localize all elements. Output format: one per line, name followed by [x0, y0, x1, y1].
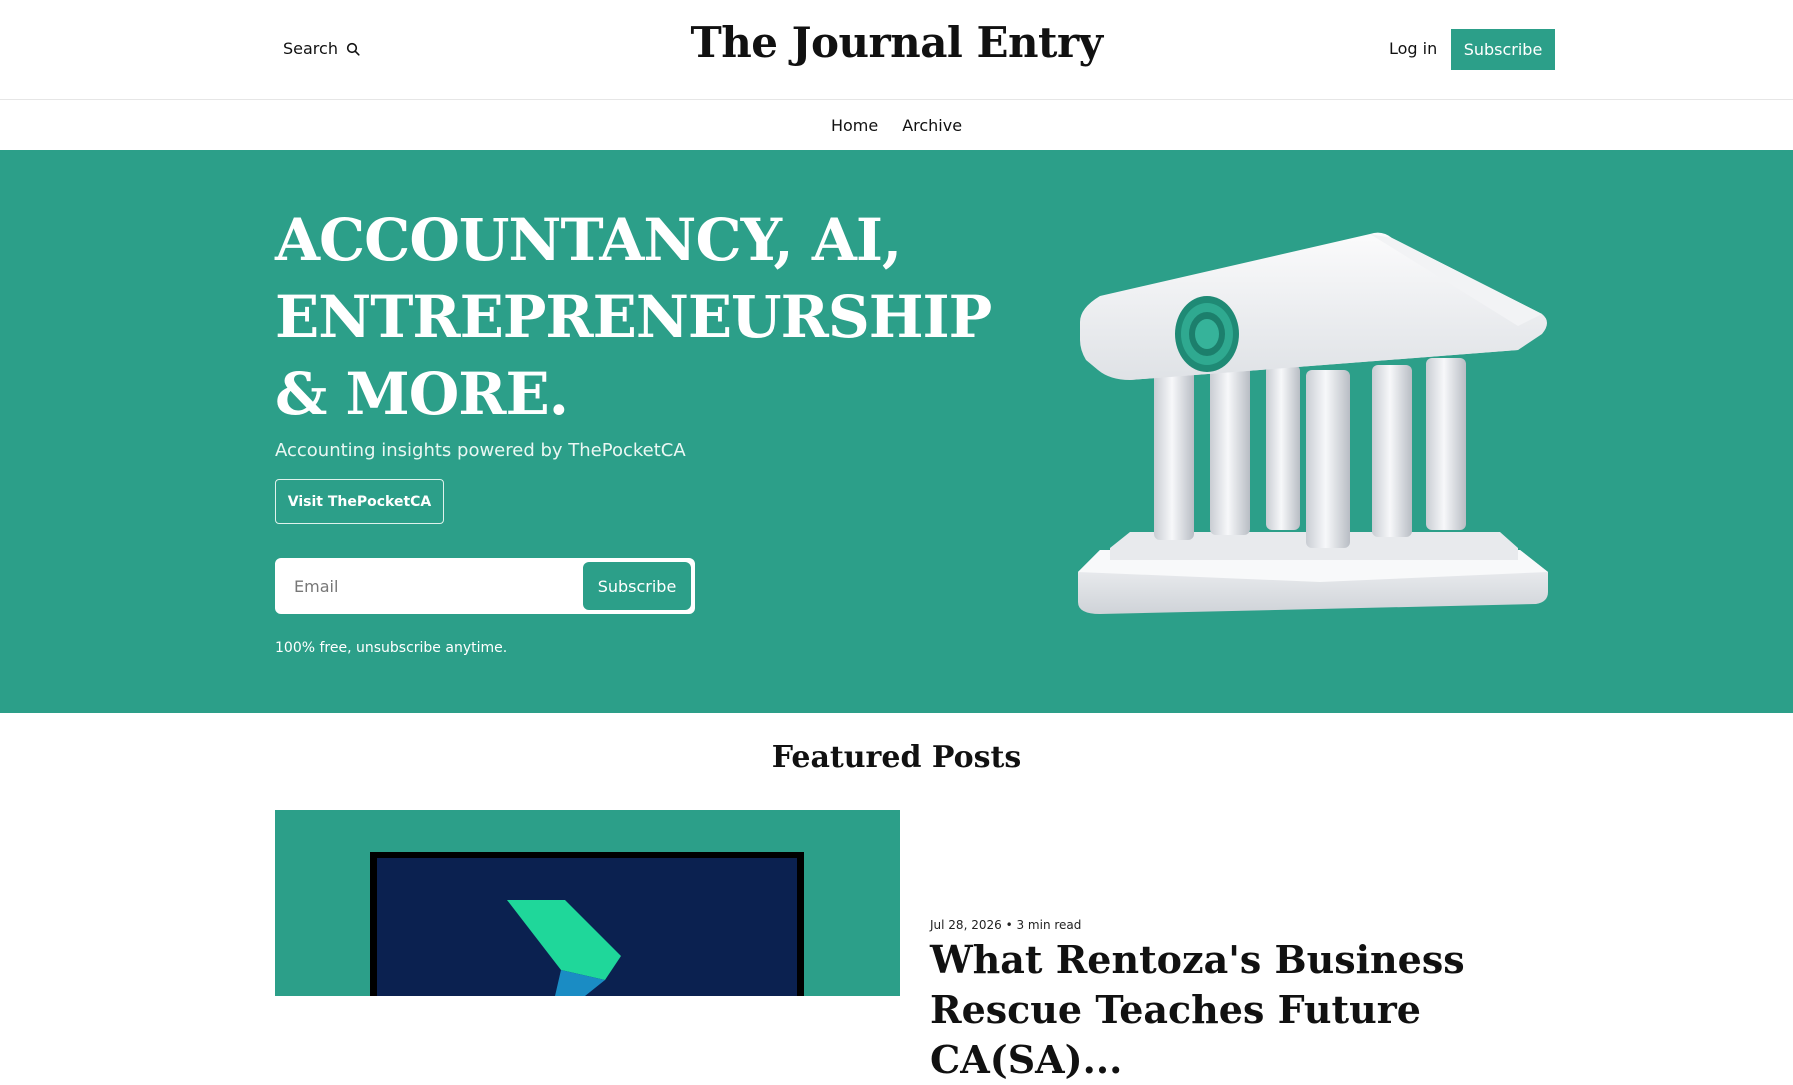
meta-separator: • [1005, 918, 1017, 932]
search-button[interactable]: Search [283, 39, 360, 58]
newsletter-subscribe-button[interactable]: Subscribe [583, 562, 691, 610]
post-date: Jul 28, 2026 [930, 918, 1002, 932]
post-meta: Jul 28, 2026 • 3 min read [930, 918, 1081, 932]
search-icon [346, 42, 360, 56]
main-nav: Home Archive [0, 100, 1793, 150]
fine-print: 100% free, unsubscribe anytime. [275, 640, 508, 656]
post-title[interactable]: What Rentoza's Business Rescue Teaches F… [930, 935, 1570, 1085]
hero-title: ACCOUNTANCY, AI, ENTREPRENEURSHIP & MORE… [275, 206, 992, 428]
bank-building-icon [1070, 230, 1560, 630]
site-header: Search The Journal Entry Log in Subscrib… [0, 0, 1793, 100]
email-input[interactable] [278, 561, 583, 611]
nav-item-archive[interactable]: Archive [902, 116, 962, 135]
hero-section: ACCOUNTANCY, AI, ENTREPRENEURSHIP & MORE… [0, 150, 1793, 713]
newsletter-form: Subscribe [275, 558, 695, 614]
login-link[interactable]: Log in [1389, 39, 1437, 58]
search-label: Search [283, 39, 338, 58]
hero-subtitle: Accounting insights powered by ThePocket… [275, 440, 686, 461]
featured-post-image[interactable] [275, 810, 900, 996]
subscribe-button[interactable]: Subscribe [1451, 29, 1555, 70]
post-read-time: 3 min read [1016, 918, 1082, 932]
nav-item-home[interactable]: Home [831, 116, 878, 135]
visit-thepocketca-button[interactable]: Visit ThePocketCA [275, 479, 444, 524]
featured-posts-heading: Featured Posts [771, 740, 1022, 775]
site-title[interactable]: The Journal Entry [691, 18, 1104, 67]
